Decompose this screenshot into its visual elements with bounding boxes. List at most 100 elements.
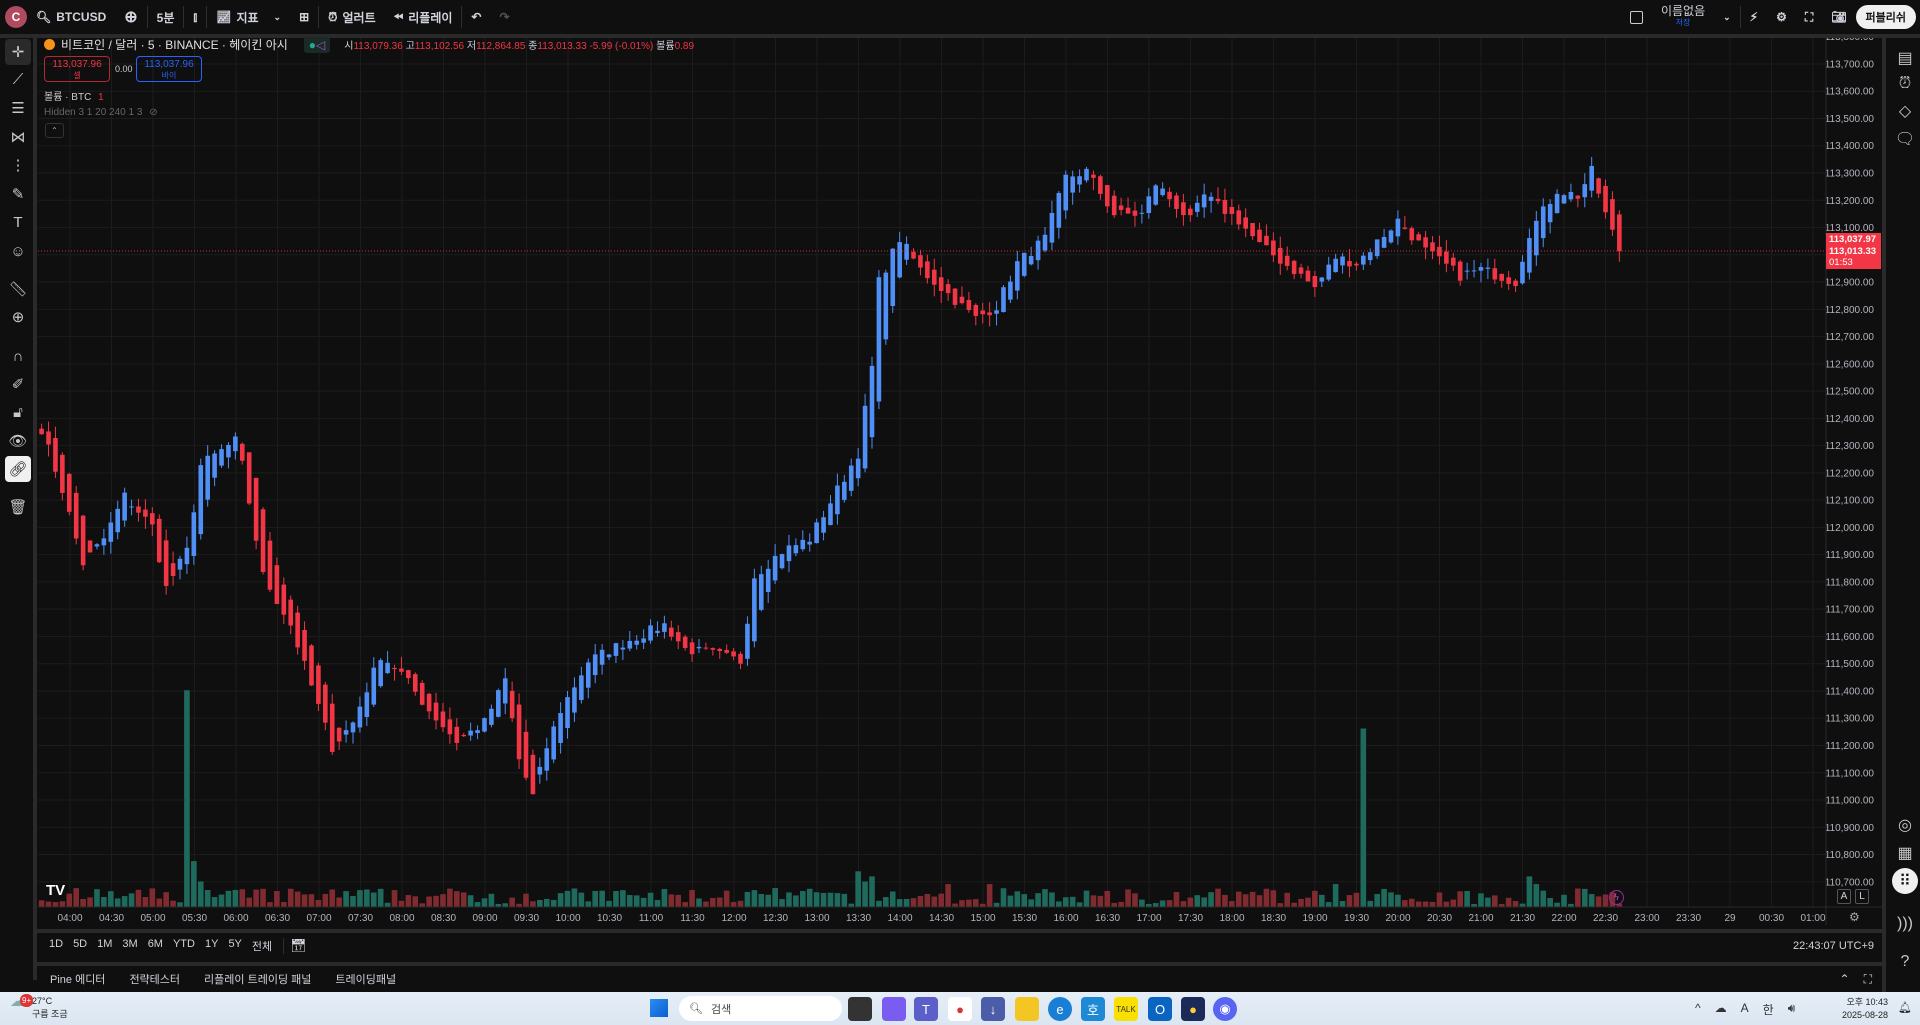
snapshot-button[interactable]: 📷︎ — [1822, 2, 1855, 32]
task-view-app[interactable] — [848, 997, 872, 1021]
buy-button[interactable]: 113,037.96 바이 — [136, 56, 202, 82]
edge-app[interactable]: e — [1048, 997, 1072, 1021]
products-button[interactable]: ⠿ — [1892, 868, 1918, 894]
outlook-app[interactable]: O — [1148, 997, 1172, 1021]
bottom-tab[interactable]: 전략테스터 — [117, 971, 192, 987]
crosshair-tool[interactable]: ✛ — [5, 39, 31, 65]
alert-button[interactable]: ⏰︎ 얼러트 — [319, 2, 385, 32]
goto-date-calendar-icon[interactable]: 📅︎ — [290, 938, 307, 954]
chats-button[interactable]: 🗨︎ — [1892, 126, 1918, 152]
eye-off-icon[interactable]: ⊘ — [149, 107, 157, 118]
volume-bar — [66, 893, 73, 907]
flash-icon[interactable]: ϟ — [1609, 890, 1624, 905]
pattern-tool[interactable]: ⋈ — [5, 124, 31, 150]
market-status-icon[interactable]: ●◁ — [303, 36, 331, 53]
bottom-tab[interactable]: 트레이딩패널 — [323, 971, 408, 987]
app-icon[interactable]: ● — [948, 997, 972, 1021]
delete-drawings-tool[interactable]: 🗑︎ — [5, 494, 31, 520]
undo-button[interactable]: ↶ — [462, 2, 490, 32]
taskbar-search[interactable]: 🔍︎ 검색 — [679, 996, 842, 1021]
lock-drawings-tool[interactable]: 🔓︎ — [5, 399, 31, 425]
price-axis[interactable]: 113,800.00113,700.00113,600.00113,500.00… — [1825, 32, 1875, 888]
range-6m[interactable]: 6M — [143, 938, 168, 954]
compare-symbol-button[interactable]: ⊕ — [115, 2, 146, 32]
tradingview-logo[interactable]: TV — [46, 882, 65, 899]
download-app[interactable]: ↓ — [981, 997, 1005, 1021]
sell-button[interactable]: 113,037.96 셀 — [44, 56, 110, 82]
collapse-panel-icon[interactable]: ⌃ — [1840, 972, 1850, 986]
volume-study-legend[interactable]: 볼륨 · BTC 1 — [44, 88, 104, 103]
magnet-tool[interactable]: ∩ — [5, 343, 31, 369]
time-axis[interactable]: 04:00 04:30 05:00 05:30 06:00 06:30 07:00 07:30… — [57, 913, 1825, 924]
brush-tool[interactable]: ✎ — [5, 181, 31, 207]
file-explorer-app[interactable] — [1015, 997, 1039, 1021]
calendar-button[interactable]: ▦ — [1892, 840, 1918, 866]
news-stream-button[interactable]: ))) — [1892, 911, 1918, 937]
user-avatar[interactable]: C — [5, 6, 27, 28]
layout-name-button[interactable]: 이름없음 저장 — [1652, 2, 1714, 32]
range-1y[interactable]: 1Y — [200, 938, 223, 954]
discord-app[interactable]: ◉ — [1213, 997, 1237, 1021]
weather-widget[interactable]: ☁ 9+ 27°C 구름 조금 — [10, 994, 68, 1021]
symbol-search[interactable]: 🔍︎ BTCUSD — [27, 2, 115, 32]
prediction-tool[interactable]: ⋮ — [5, 152, 31, 178]
range-ytd[interactable]: YTD — [168, 938, 200, 954]
teams-app[interactable]: T — [914, 997, 938, 1021]
app-icon[interactable]: 호 — [1081, 997, 1105, 1021]
bottom-tab[interactable]: 리플레이 트레이딩 패널 — [192, 971, 323, 987]
ruler-tool[interactable]: 📏︎ — [5, 276, 31, 302]
system-tray[interactable]: ^ ☁ A 한 🔊︎ — [1695, 1001, 1795, 1018]
notification-bell-icon[interactable]: 🔔︎ — [1898, 1001, 1912, 1014]
watchlist-button[interactable]: ▤ — [1892, 45, 1918, 71]
interval-button[interactable]: 5분 — [148, 2, 184, 32]
price-chart[interactable]: 113,800.00113,700.00113,600.00113,500.00… — [0, 0, 1920, 1025]
hide-drawings-tool[interactable]: 👁︎ — [5, 428, 31, 454]
redo-button[interactable]: ↷ — [490, 2, 518, 32]
settings-button[interactable]: ⚙︎ — [1767, 2, 1796, 32]
chevron-down-icon[interactable]: ⌄ — [274, 12, 282, 23]
publish-button[interactable]: 퍼블리쉬 — [1855, 5, 1916, 29]
layout-toggle-button[interactable] — [1621, 2, 1652, 32]
app-icon[interactable]: ● — [1181, 997, 1205, 1021]
chart-type-button[interactable]: ⫾ — [184, 2, 206, 32]
ideas-button[interactable]: ◎ — [1892, 812, 1918, 838]
range-1m[interactable]: 1M — [92, 938, 117, 954]
hidden-study-legend[interactable]: Hidden 3 1 20 240 1 3 ⊘ — [44, 107, 158, 118]
symbol-title[interactable]: 비트코인 / 달러 · 5 · BINANCE · 헤이킨 아시 — [61, 36, 288, 53]
trendline-tool[interactable]: ⟋ — [5, 66, 31, 92]
emoji-tool[interactable]: ☺ — [5, 238, 31, 264]
replay-button[interactable]: ⏪︎ 리플레이 — [385, 2, 462, 32]
volume-bar — [523, 893, 529, 907]
auto-scale-button[interactable]: A — [1837, 889, 1851, 904]
maximize-panel-icon[interactable]: ⛶ — [1864, 972, 1872, 987]
range-5d[interactable]: 5D — [68, 938, 92, 954]
quick-search-button[interactable]: ⚡︎ — [1741, 2, 1767, 32]
fib-tool[interactable]: ☰ — [5, 95, 31, 121]
bottom-tab[interactable]: Pine 에디터 — [38, 971, 117, 987]
text-tool[interactable]: T — [5, 209, 31, 235]
pencil-lock-icon: ✐ — [11, 376, 25, 393]
help-button[interactable]: ? — [1892, 949, 1918, 975]
indicators-button[interactable]: 📈︎ 지표 ⌄ — [207, 2, 290, 32]
kakaotalk-app[interactable]: TALK — [1114, 997, 1138, 1021]
range-3m[interactable]: 3M — [117, 938, 142, 954]
range-전체[interactable]: 전체 — [247, 938, 277, 954]
copilot-app[interactable] — [882, 997, 906, 1021]
start-button[interactable] — [650, 999, 668, 1017]
candle-body — [1146, 196, 1152, 214]
clock-timezone[interactable]: 22:43:07 UTC+9 — [1793, 940, 1874, 952]
templates-button[interactable]: ⊞ — [290, 2, 318, 32]
collapse-legend-button[interactable]: ⌃ — [45, 123, 64, 138]
range-1d[interactable]: 1D — [44, 938, 68, 954]
fullscreen-button[interactable]: ⛶ — [1796, 2, 1822, 32]
stay-in-drawing-tool[interactable]: ✐ — [5, 371, 31, 397]
taskbar-clock[interactable]: 오후 10:43 2025-08-28 — [1842, 996, 1888, 1022]
alerts-button[interactable]: ⏰︎ — [1892, 71, 1918, 97]
time-axis-settings-icon[interactable]: ⚙︎ — [1849, 910, 1860, 924]
log-scale-button[interactable]: L — [1855, 889, 1869, 904]
zoom-tool[interactable]: ⊕ — [5, 304, 31, 330]
range-5y[interactable]: 5Y — [223, 938, 246, 954]
sync-drawings-tool[interactable]: 🔗︎ — [5, 456, 31, 482]
object-tree-button[interactable]: ◇ — [1892, 98, 1918, 124]
layout-menu-chevron[interactable]: ⌄ — [1714, 2, 1740, 32]
